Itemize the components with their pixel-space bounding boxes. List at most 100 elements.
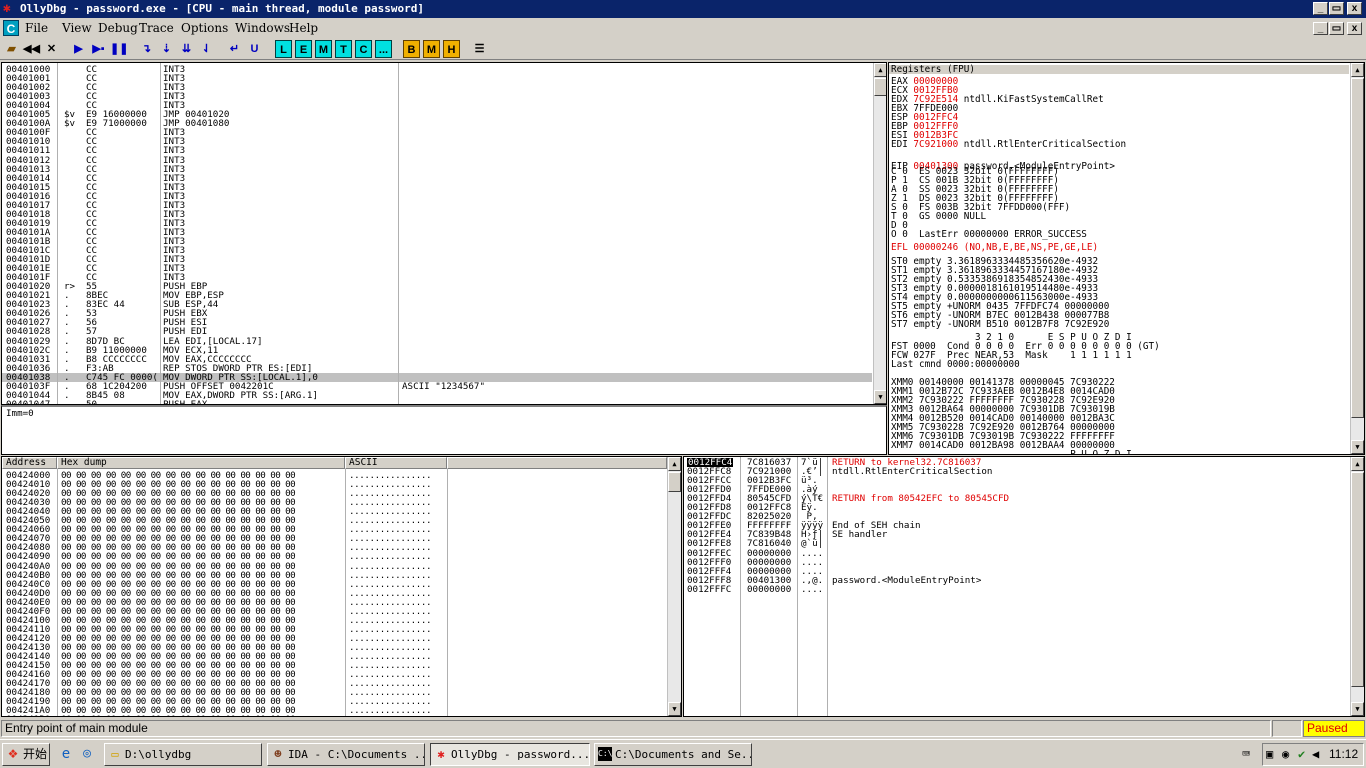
- modules-button[interactable]: E: [295, 40, 312, 58]
- scroll-down-arrow[interactable]: ▼: [1351, 440, 1364, 454]
- disasm-row[interactable]: 00401012 CC INT3: [2, 155, 872, 164]
- hardware-breakpoints-button[interactable]: H: [443, 40, 460, 58]
- disasm-row[interactable]: 00401013 CC INT3: [2, 164, 872, 173]
- disasm-row[interactable]: 00401016 CC INT3: [2, 192, 872, 201]
- dump-pane[interactable]: Address Hex dump ASCII 00424000 00 00 00 …: [1, 456, 682, 717]
- flag-row[interactable]: O 0 LastErr 00000000 ERROR_SUCCESS: [891, 230, 1087, 239]
- restore-button[interactable]: ▭: [1329, 2, 1344, 15]
- disasm-row[interactable]: 00401026. 53 PUSH EBX: [2, 309, 872, 318]
- cpu-window-icon[interactable]: C: [3, 20, 19, 36]
- run-icon[interactable]: ▶: [70, 40, 87, 58]
- step-into-icon[interactable]: ↴: [138, 40, 155, 58]
- disasm-row[interactable]: 0040100F CC INT3: [2, 128, 872, 137]
- scroll-up-arrow[interactable]: ▲: [1351, 63, 1364, 77]
- disasm-row[interactable]: 00401000 CC INT3: [2, 65, 872, 74]
- disasm-row[interactable]: 0040101F CC INT3: [2, 273, 872, 282]
- scroll-down-arrow[interactable]: ▼: [668, 702, 681, 716]
- disassembly-scrollbar[interactable]: ▲ ▼: [873, 63, 886, 404]
- task-ollydbg-folder[interactable]: ▭ D:\ollydbg: [104, 743, 262, 766]
- step-over-icon[interactable]: ⇣: [158, 40, 175, 58]
- open-icon[interactable]: ▰: [3, 40, 20, 58]
- task-ida[interactable]: ☻ IDA - C:\Documents ...: [267, 743, 425, 766]
- memory-button[interactable]: M: [315, 40, 332, 58]
- disasm-row[interactable]: 0040100A $v E9 71000000 JMP 00401080: [2, 119, 872, 128]
- disasm-row[interactable]: 00401028. 57 PUSH EDI: [2, 327, 872, 336]
- log-button[interactable]: L: [275, 40, 292, 58]
- disasm-row[interactable]: 00401011 CC INT3: [2, 146, 872, 155]
- execute-till-user-code-icon[interactable]: U: [246, 40, 263, 58]
- execute-till-return-icon[interactable]: ↵: [226, 40, 243, 58]
- trace-over-icon[interactable]: ⇃: [198, 40, 215, 58]
- menu-view[interactable]: View: [62, 21, 92, 36]
- menu-trace[interactable]: Trace: [139, 21, 174, 36]
- child-minimize-button[interactable]: _: [1313, 22, 1328, 35]
- scroll-thumb[interactable]: [668, 472, 681, 492]
- close-button[interactable]: x: [1347, 2, 1362, 15]
- volume-icon[interactable]: ◀: [1312, 747, 1319, 761]
- menu-windows[interactable]: Windows: [235, 21, 290, 36]
- task-ollydbg[interactable]: ✱ OllyDbg - password....: [430, 743, 590, 766]
- start-button[interactable]: ❖ 开始: [2, 743, 50, 766]
- ie-icon[interactable]: e: [58, 746, 74, 762]
- registers-scrollbar[interactable]: ▲ ▼: [1350, 63, 1364, 454]
- disasm-row[interactable]: 00401020 r> 55 PUSH EBP: [2, 282, 872, 291]
- disasm-row[interactable]: 00401027. 56 PUSH ESI: [2, 318, 872, 327]
- disasm-row[interactable]: 00401015 CC INT3: [2, 183, 872, 192]
- disasm-row[interactable]: 00401018 CC INT3: [2, 210, 872, 219]
- child-restore-button[interactable]: ▭: [1329, 22, 1344, 35]
- stack-pane[interactable]: 0012FFC4 7C816037 7`ü| RETURN to kernel32.7…: [683, 456, 1365, 717]
- registers-header[interactable]: Registers (FPU): [889, 65, 1349, 74]
- stack-scrollbar[interactable]: ▲ ▼: [1350, 457, 1364, 716]
- scroll-up-arrow[interactable]: ▲: [874, 63, 886, 77]
- keyboard-icon[interactable]: ⌨: [1236, 743, 1256, 766]
- disasm-row[interactable]: 00401031. B8 CCCCCCCC MOV EAX,CCCCCCCC: [2, 354, 872, 363]
- scroll-up-arrow[interactable]: ▲: [668, 457, 681, 471]
- menu-debug[interactable]: Debug: [98, 21, 138, 36]
- more-windows-button[interactable]: ...: [375, 40, 392, 58]
- disk-icon[interactable]: ◉: [1282, 747, 1289, 761]
- cpu-button[interactable]: C: [355, 40, 372, 58]
- breakpoints-button[interactable]: B: [403, 40, 420, 58]
- disasm-row[interactable]: 00401021. 8BEC MOV EBP,ESP: [2, 291, 872, 300]
- disasm-row[interactable]: 00401010 CC INT3: [2, 137, 872, 146]
- stack-row[interactable]: 0012FFFC 00000000....: [684, 585, 1350, 594]
- fpu-row[interactable]: ST7 empty -UNORM B510 0012B7F8 7C92E920: [891, 320, 1109, 329]
- scroll-down-arrow[interactable]: ▼: [874, 390, 886, 404]
- dump-row[interactable]: 004241B0 00 00 00 00 00 00 00 00 00 00 00…: [2, 715, 662, 716]
- disasm-row[interactable]: 00401023. 83EC 44 SUB ESP,44: [2, 300, 872, 309]
- disasm-row[interactable]: 0040101E CC INT3: [2, 264, 872, 273]
- fpu-row[interactable]: P U O Z D I: [891, 450, 1132, 454]
- disasm-row[interactable]: 0040103F. 68 1C204200 PUSH OFFSET 0042201C…: [2, 382, 872, 391]
- child-close-button[interactable]: x: [1347, 22, 1362, 35]
- run-thread-icon[interactable]: ▶▪: [90, 40, 107, 58]
- menu-file[interactable]: File: [25, 21, 48, 36]
- task-cmd[interactable]: C:\ C:\Documents and Se...: [594, 743, 752, 766]
- restart-icon[interactable]: ◀◀: [23, 40, 40, 58]
- pause-icon[interactable]: ❚❚: [110, 40, 128, 58]
- memory-breakpoints-button[interactable]: M: [423, 40, 440, 58]
- minimize-button[interactable]: _: [1313, 2, 1328, 15]
- dump-address-header[interactable]: Address: [2, 457, 57, 469]
- trace-into-icon[interactable]: ⇊: [178, 40, 195, 58]
- disasm-row[interactable]: 0040101C CC INT3: [2, 246, 872, 255]
- menu-options[interactable]: Options: [181, 21, 228, 36]
- disasm-row[interactable]: 00401014 CC INT3: [2, 173, 872, 182]
- scroll-thumb[interactable]: [1351, 78, 1364, 418]
- disasm-row[interactable]: 0040101B CC INT3: [2, 237, 872, 246]
- registers-pane[interactable]: Registers (FPU) EAX 00000000 ECX 0012FFB…: [888, 62, 1365, 455]
- dump-hex-header[interactable]: Hex dump: [57, 457, 345, 469]
- scroll-up-arrow[interactable]: ▲: [1351, 457, 1364, 471]
- disassembly-pane[interactable]: 00401000 CC INT3 00401001 CC INT3 00401002 CC IN…: [1, 62, 887, 405]
- scroll-thumb[interactable]: [874, 78, 886, 96]
- network-icon[interactable]: ▣: [1266, 747, 1273, 761]
- disasm-row[interactable]: 00401017 CC INT3: [2, 201, 872, 210]
- scroll-thumb[interactable]: [1351, 472, 1364, 687]
- disasm-row[interactable]: 00401003 CC INT3: [2, 92, 872, 101]
- security-icon[interactable]: ✔: [1298, 747, 1305, 761]
- close-program-icon[interactable]: ✕: [43, 40, 60, 58]
- fpu-row[interactable]: Last cmnd 0000:00000000: [891, 360, 1020, 369]
- dump-ascii-header[interactable]: ASCII: [345, 457, 447, 469]
- disasm-row[interactable]: 00401001 CC INT3: [2, 74, 872, 83]
- menu-help[interactable]: Help: [289, 21, 318, 36]
- scroll-down-arrow[interactable]: ▼: [1351, 702, 1364, 716]
